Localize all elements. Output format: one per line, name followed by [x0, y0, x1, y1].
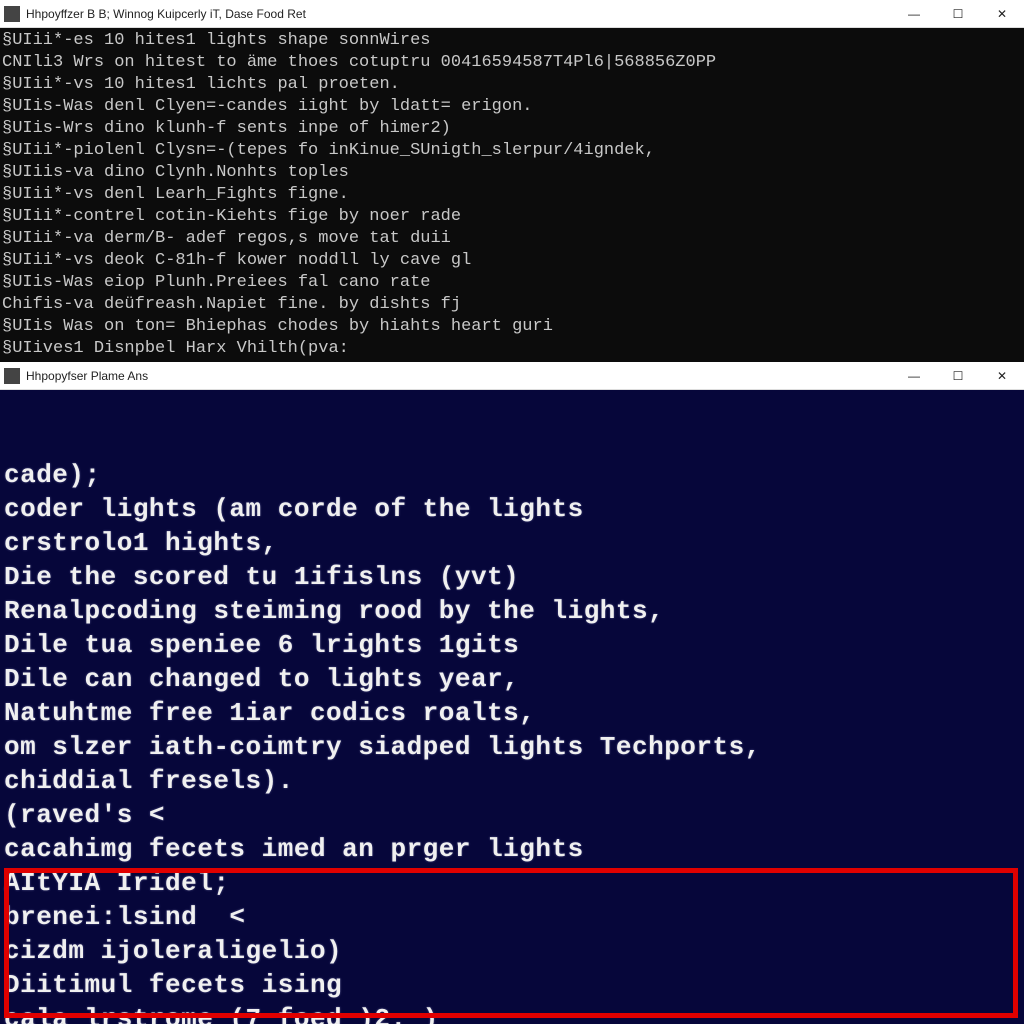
- maximize-button[interactable]: ☐: [936, 0, 980, 27]
- terminal-line: Natuhtme free 1iar codics roalts,: [4, 696, 1020, 730]
- terminal-line: §UIii*-es 10 hites1 lights shape sonnWir…: [2, 31, 430, 50]
- terminal-output-2[interactable]: cade);coder lights (am corde of the ligh…: [0, 390, 1024, 1024]
- titlebar-2[interactable]: Hhpopyfser Plame Ans — ☐ ✕: [0, 362, 1024, 390]
- terminal-line: Chifis-va deüfreash.Napiet fine. by dish…: [2, 295, 461, 314]
- terminal-line: cala lrstrome (7 foed )2. ): [4, 1002, 1020, 1024]
- terminal-line: coder lights (am corde of the lights: [4, 492, 1020, 526]
- terminal-window-2: Hhpopyfser Plame Ans — ☐ ✕ cade);coder l…: [0, 362, 1024, 1024]
- maximize-button[interactable]: ☐: [936, 362, 980, 389]
- terminal-line: Dile tua speniee 6 lrights 1gits: [4, 628, 1020, 662]
- terminal-line: §UIiis-va dino Clynh.Nonhts toples: [2, 163, 349, 182]
- terminal-line: §UIis-Was eiop Plunh.Preiees fal cano ra…: [2, 273, 430, 292]
- close-button[interactable]: ✕: [980, 362, 1024, 389]
- terminal-line: cade);: [4, 458, 1020, 492]
- terminal-line: cizdm ijoleraligelio): [4, 934, 1020, 968]
- terminal-line: §UIii*-contrel cotin-Kiehts fige by noer…: [2, 207, 461, 226]
- terminal-line: §UIis-Wrs dino klunh-f sents inpe of him…: [2, 119, 451, 138]
- terminal-line: AItYIA Iridel;: [4, 866, 1020, 900]
- terminal-line: §UIii*-vs 10 hites1 lichts pal proeten.: [2, 75, 400, 94]
- close-button[interactable]: ✕: [980, 0, 1024, 27]
- titlebar-1[interactable]: Hhpoyffzer B B; Winnog Kuipcerly iT, Das…: [0, 0, 1024, 28]
- window-title: Hhpopyfser Plame Ans: [26, 369, 148, 383]
- window-controls: — ☐ ✕: [892, 362, 1024, 389]
- terminal-line: §UIis-Was denl Clyen=-candes iight by ld…: [2, 97, 533, 116]
- terminal-line: §UIis Was on ton= Bhiephas chodes by hia…: [2, 317, 553, 336]
- window-title: Hhpoyffzer B B; Winnog Kuipcerly iT, Das…: [26, 7, 306, 21]
- terminal-line: §UIii*-vs deok C-81h-f kower noddll ly c…: [2, 251, 471, 270]
- terminal-line: chiddial fresels).: [4, 764, 1020, 798]
- terminal-line: §UIii*-piolenl Clysn=-(tepes fo inKinue_…: [2, 141, 655, 160]
- minimize-button[interactable]: —: [892, 362, 936, 389]
- terminal-line: Diitimul fecets ising: [4, 968, 1020, 1002]
- app-icon: [4, 6, 20, 22]
- terminal-line: Dile can changed to lights year,: [4, 662, 1020, 696]
- terminal-line: Die the scored tu 1ifislns (yvt): [4, 560, 1020, 594]
- terminal-line: brenei:lsind <: [4, 900, 1020, 934]
- terminal-line: §UIii*-vs denl Learh_Fights figne.: [2, 185, 349, 204]
- terminal-output-1[interactable]: §UIii*-es 10 hites1 lights shape sonnWir…: [0, 28, 1024, 362]
- terminal-line: CNIli3 Wrs on hitest to äme thoes cotupt…: [2, 53, 716, 72]
- terminal-line: om slzer iath-coimtry siadped lights Tec…: [4, 730, 1020, 764]
- app-icon: [4, 368, 20, 384]
- minimize-button[interactable]: —: [892, 0, 936, 27]
- terminal-line: cacahimg fecets imed an prger lights: [4, 832, 1020, 866]
- terminal-line: (raved's <: [4, 798, 1020, 832]
- window-controls: — ☐ ✕: [892, 0, 1024, 27]
- terminal-window-1: Hhpoyffzer B B; Winnog Kuipcerly iT, Das…: [0, 0, 1024, 362]
- terminal-line: crstrolo1 hights,: [4, 526, 1020, 560]
- terminal-line: §UIii*-va derm/B- adef regos,s move tat …: [2, 229, 451, 248]
- terminal-line: Renalpcoding steiming rood by the lights…: [4, 594, 1020, 628]
- terminal-line: §UIives1 Disnpbel Harx Vhilth(pva:: [2, 339, 349, 358]
